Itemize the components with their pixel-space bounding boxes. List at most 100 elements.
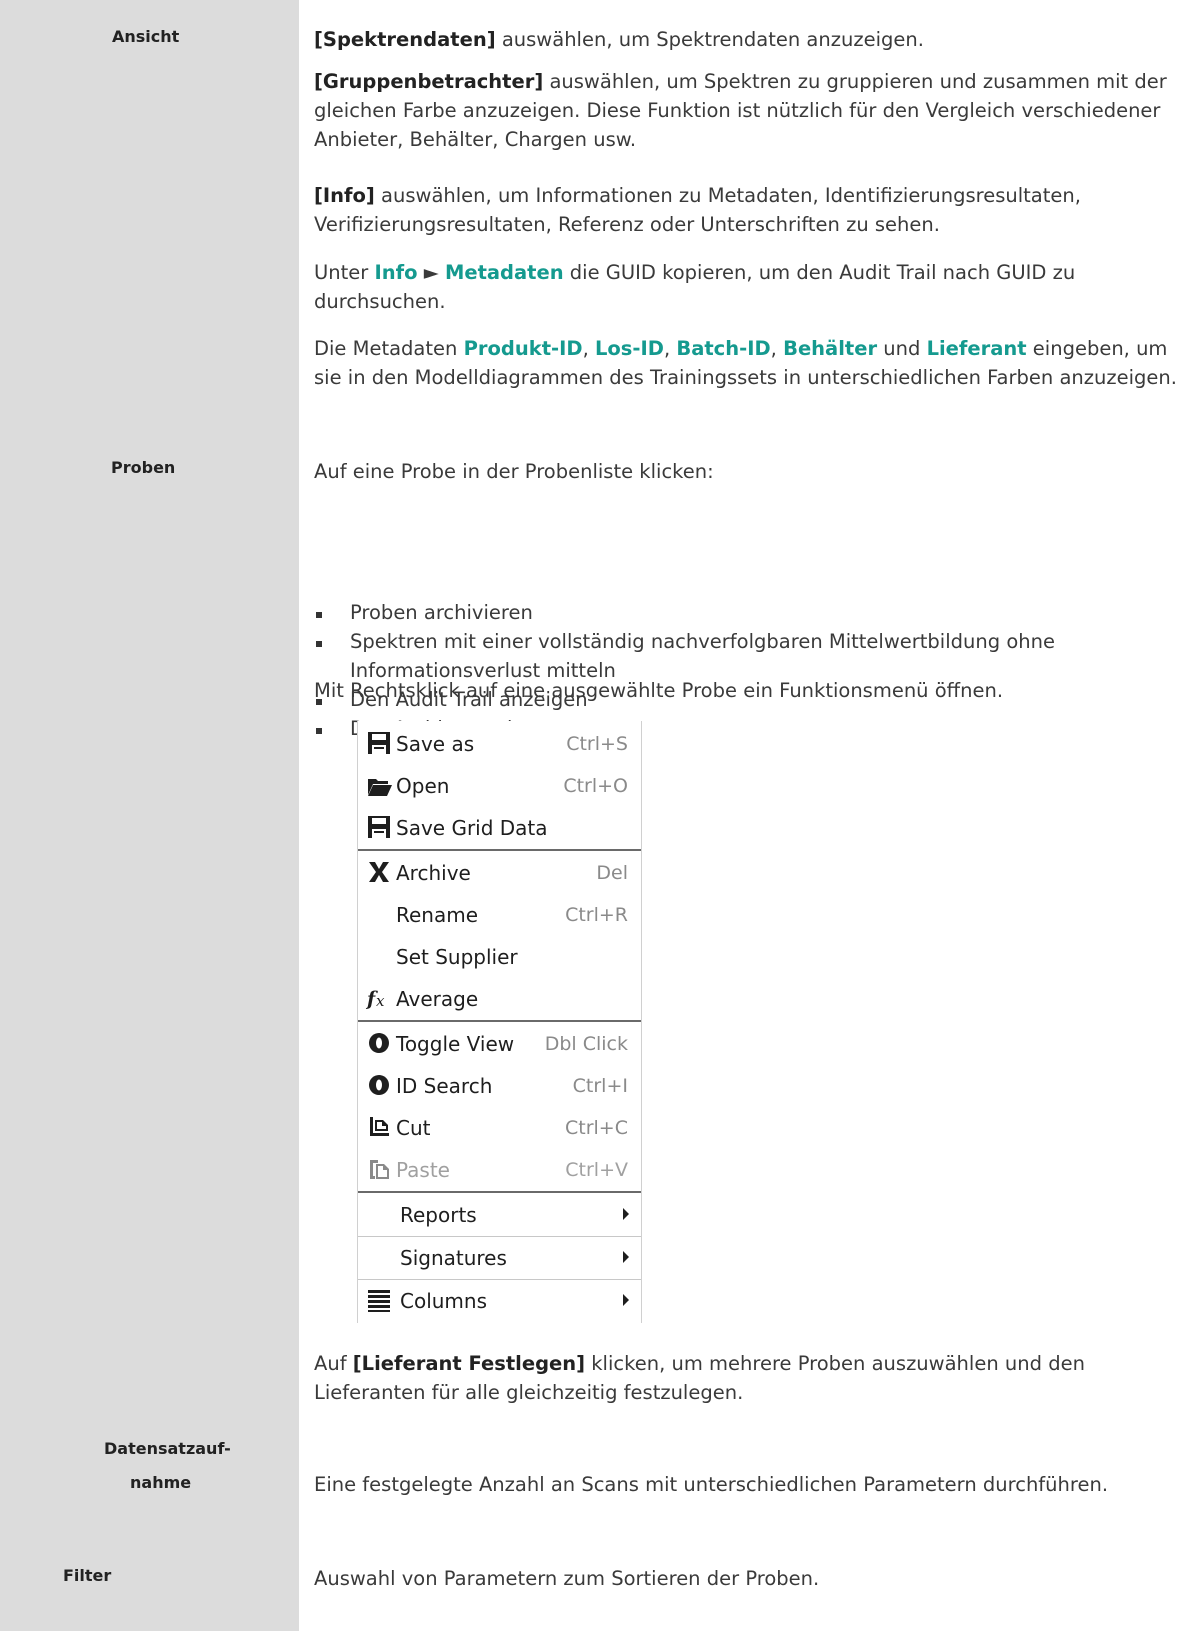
metadaten-menu-path: Metadaten: [444, 261, 564, 284]
term-datensatzaufnahme-line2: nahme: [130, 1473, 192, 1492]
menu-item-label: Save Grid Data: [396, 815, 548, 841]
menu-item-cut[interactable]: Cut Ctrl+C: [358, 1107, 641, 1149]
spektrendaten-label: [Spektrendaten]: [314, 28, 496, 51]
menu-item-rename[interactable]: Rename Ctrl+R: [358, 894, 641, 936]
menu-item-label: Reports: [400, 1202, 477, 1228]
menu-item-label: Toggle View: [396, 1031, 514, 1057]
menu-item-set-supplier[interactable]: Set Supplier: [358, 936, 641, 978]
menu-item-archive[interactable]: Archive Del: [358, 852, 641, 894]
menu-item-save-grid-data[interactable]: Save Grid Data: [358, 807, 641, 849]
ansicht-paragraph-info: [Info] auswählen, um Informationen zu Me…: [314, 181, 1194, 239]
info-label: [Info]: [314, 184, 375, 207]
toggle-view-icon: [369, 1033, 389, 1053]
label-text: Average: [396, 987, 479, 1011]
menu-item-label: Rename: [396, 902, 478, 928]
label-text: Paste: [396, 1158, 450, 1182]
term-proben: Proben: [111, 458, 176, 477]
paragraph-text: auswählen, um Informationen zu Metadaten…: [314, 184, 1081, 236]
term-filter: Filter: [63, 1566, 112, 1585]
save-icon: [368, 816, 390, 838]
menu-item-id-search[interactable]: ID Search Ctrl+I: [358, 1065, 641, 1107]
field-los-id: Los-ID: [594, 337, 664, 360]
menu-item-label: Archive: [396, 860, 471, 886]
menu-item-label: Paste: [396, 1157, 450, 1183]
menu-item-shortcut: Ctrl+R: [565, 904, 628, 926]
info-menu-path: Info: [374, 261, 418, 284]
menu-item-signatures[interactable]: Signatures: [358, 1237, 641, 1279]
proben-lieferant-paragraph: Auf [Lieferant Festlegen] klicken, um me…: [314, 1349, 1194, 1407]
field-produkt-id: Produkt-ID: [463, 337, 583, 360]
menu-item-open[interactable]: Open Ctrl+O: [358, 765, 641, 807]
label-text: Set Supplier: [396, 945, 518, 969]
menu-item-save-as[interactable]: Save as Ctrl+S: [358, 723, 641, 765]
proben-intro: Auf eine Probe in der Probenliste klicke…: [314, 460, 714, 483]
menu-item-label: Columns: [400, 1288, 487, 1314]
menu-item-reports[interactable]: Reports: [358, 1194, 641, 1236]
save-icon: [368, 732, 390, 754]
menu-item-label: Signatures: [400, 1245, 507, 1271]
label-text: ID Search: [396, 1074, 493, 1098]
paragraph-text: auswählen, um Spektrendaten anzuzeigen.: [495, 28, 924, 51]
menu-item-label: Cut: [396, 1115, 430, 1141]
separator-text: und: [877, 337, 927, 360]
label-text: Open: [396, 774, 450, 798]
label-text: Columns: [400, 1289, 488, 1313]
folder-open-icon: [368, 779, 392, 796]
paste-icon: [370, 1160, 389, 1179]
menu-separator: [358, 1191, 641, 1193]
datensatzaufnahme-text: Eine festgelegte Anzahl an Scans mit unt…: [314, 1473, 1109, 1496]
menu-item-toggle-view[interactable]: Toggle View Dbl Click: [358, 1023, 641, 1065]
x-icon: [369, 862, 389, 882]
label-text: Save as: [396, 732, 475, 756]
menu-item-shortcut: Dbl Click: [544, 1033, 628, 1055]
list-item: Proben archivieren: [314, 598, 1194, 627]
ansicht-paragraph-guid: Unter Info ► Metadaten die GUID kopieren…: [314, 258, 1194, 316]
menu-item-columns[interactable]: Columns: [358, 1280, 641, 1322]
ansicht-paragraph-gruppenbetrachter: [Gruppenbetrachter] auswählen, um Spektr…: [314, 67, 1194, 154]
label-text: Save Grid Data: [396, 816, 548, 840]
lieferant-festlegen-label: [Lieferant Festlegen]: [352, 1352, 586, 1375]
menu-item-label: Set Supplier: [396, 944, 518, 970]
paragraph-text: Unter: [314, 261, 375, 284]
menu-path-arrow: ►: [417, 261, 445, 284]
menu-item-shortcut: Ctrl+S: [566, 733, 628, 755]
context-menu: Save as Ctrl+S Open Ctrl+O Save Grid Dat…: [357, 721, 642, 1323]
ansicht-paragraph-metadaten: Die Metadaten Produkt-ID, Los-ID, Batch-…: [314, 334, 1194, 392]
menu-item-label: Open: [396, 773, 449, 799]
submenu-arrow-icon: [623, 1294, 629, 1306]
menu-separator: [358, 1020, 641, 1022]
cut-icon: [370, 1117, 389, 1136]
menu-item-shortcut: Ctrl+C: [565, 1117, 628, 1139]
field-behaelter: Behälter: [783, 337, 878, 360]
svg-text:x: x: [376, 992, 385, 1010]
field-lieferant: Lieferant: [926, 337, 1027, 360]
id-search-icon: [369, 1075, 389, 1095]
label-text: Cut: [396, 1116, 431, 1140]
separator-text: ,: [582, 337, 595, 360]
submenu-arrow-icon: [623, 1208, 629, 1220]
label-text: Reports: [400, 1203, 477, 1227]
columns-icon: [368, 1290, 390, 1312]
term-column: [0, 0, 299, 1631]
term-datensatzaufnahme-line1: Datensatzauf-: [104, 1439, 231, 1458]
menu-item-average[interactable]: f x Average: [358, 978, 641, 1020]
label-text: Archive: [396, 861, 471, 885]
gruppenbetrachter-label: [Gruppenbetrachter]: [314, 70, 544, 93]
field-batch-id: Batch-ID: [676, 337, 771, 360]
menu-item-shortcut: Del: [596, 862, 628, 884]
label-text: Rename: [396, 903, 479, 927]
menu-separator: [358, 849, 641, 851]
label-text: Signatures: [400, 1246, 507, 1270]
menu-item-shortcut: Ctrl+O: [563, 775, 628, 797]
filter-text: Auswahl von Parametern zum Sortieren der…: [314, 1567, 820, 1590]
paragraph-text: Auf: [314, 1352, 353, 1375]
menu-item-label: Save as: [396, 731, 474, 757]
separator-text: ,: [663, 337, 677, 360]
term-ansicht: Ansicht: [112, 27, 180, 46]
menu-item-shortcut: Ctrl+I: [572, 1075, 628, 1097]
proben-rightclick-text: Mit Rechtsklick auf eine ausgewählte Pro…: [314, 679, 1004, 702]
submenu-arrow-icon: [623, 1251, 629, 1263]
function-icon: f x: [365, 988, 385, 1010]
menu-item-paste[interactable]: Paste Ctrl+V: [358, 1149, 641, 1191]
menu-item-shortcut: Ctrl+V: [565, 1159, 628, 1181]
